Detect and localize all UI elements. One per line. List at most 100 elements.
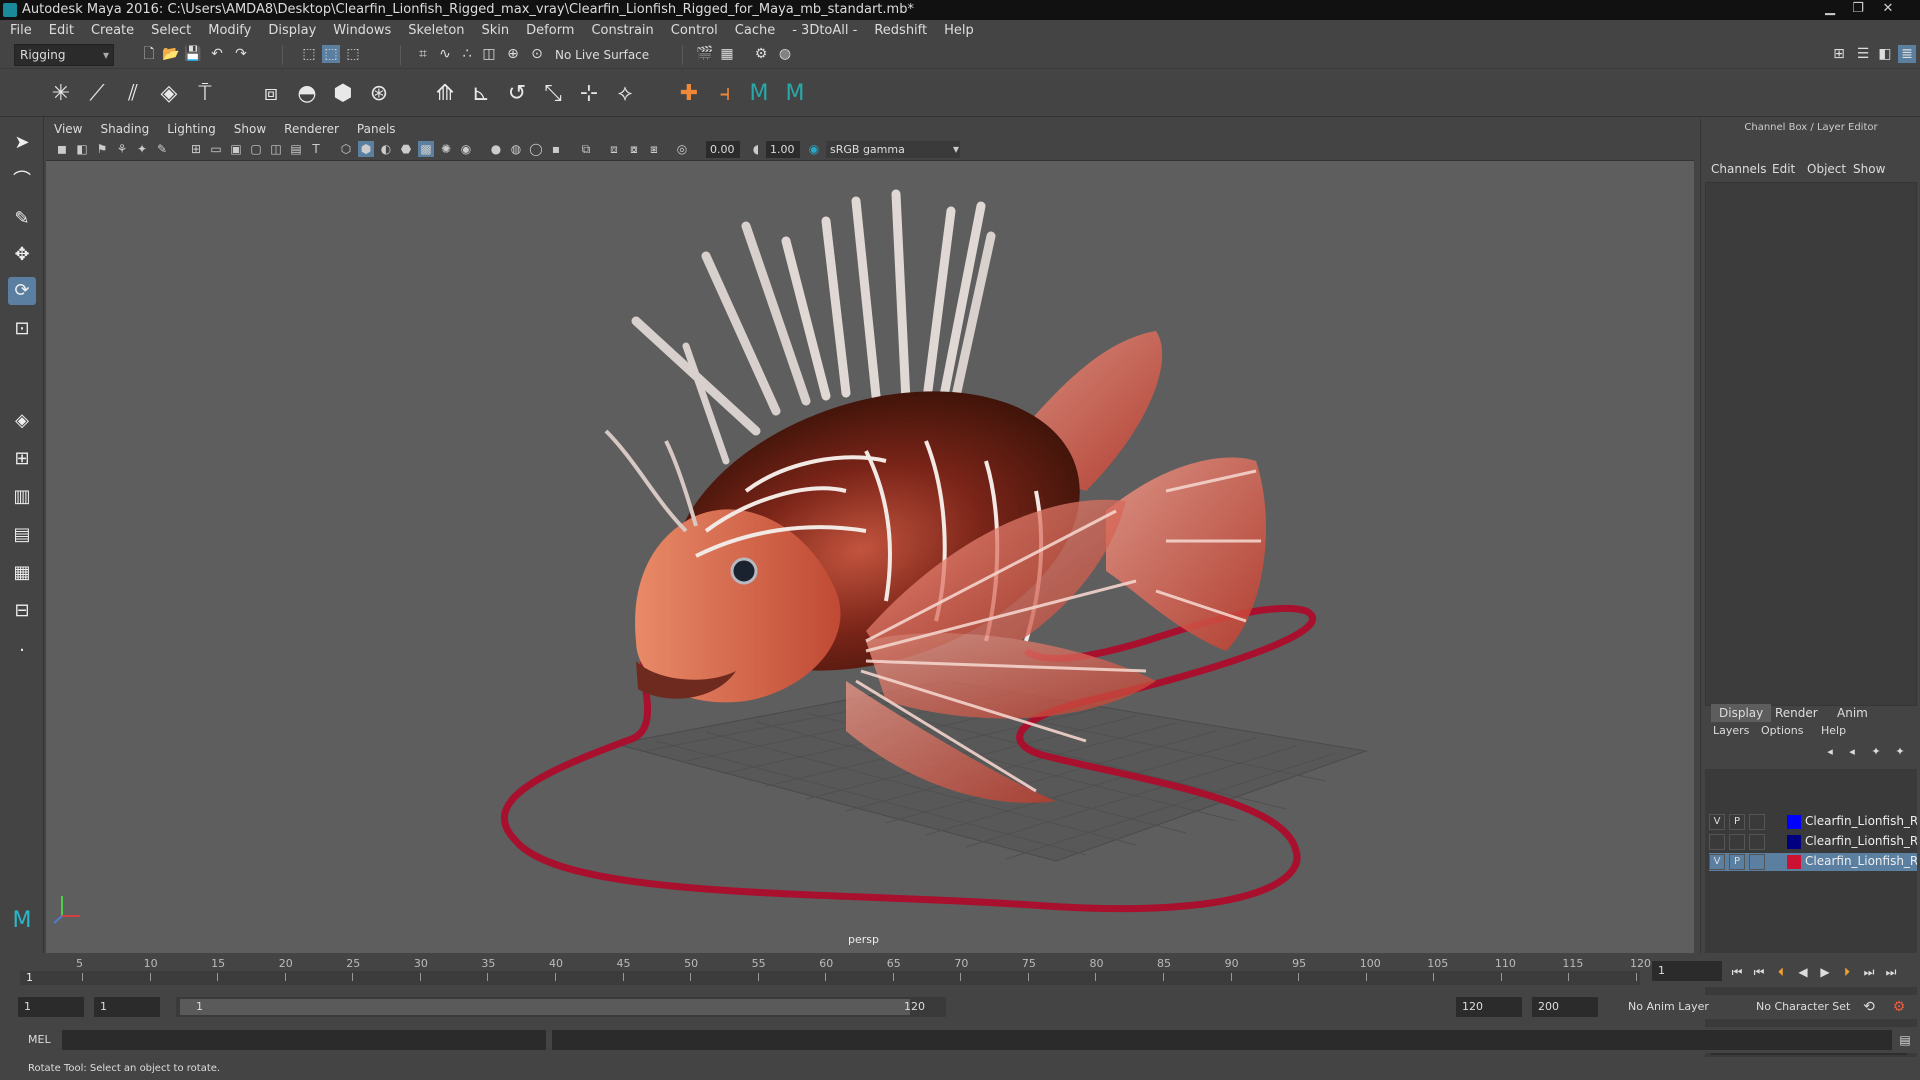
wireframe-on-shaded-icon[interactable]: ⬣ xyxy=(398,141,414,157)
go-to-start-icon[interactable]: ⏮ xyxy=(1728,963,1746,981)
pivot-icon[interactable]: ⫞ xyxy=(712,81,738,107)
auto-key-icon[interactable]: ⟲ xyxy=(1860,998,1878,1016)
maximize-icon[interactable]: ❐ xyxy=(1846,1,1870,17)
menu-deform[interactable]: Deform xyxy=(526,23,574,38)
menu-windows[interactable]: Windows xyxy=(333,23,391,38)
snap-view-plane-icon[interactable]: ◫ xyxy=(480,45,498,63)
layers-menu[interactable]: Layers xyxy=(1713,724,1749,737)
channel-box-toggle-icon[interactable]: ≣ xyxy=(1898,45,1916,63)
close-icon[interactable]: ✕ xyxy=(1876,1,1900,17)
layer-row[interactable]: V P Clearfin_Lionfish_Rigg xyxy=(1709,853,1917,871)
bind-skin-icon[interactable]: ⧈ xyxy=(258,81,284,107)
layer-display-type-toggle[interactable] xyxy=(1749,814,1765,830)
save-scene-icon[interactable]: 💾 xyxy=(184,45,202,63)
minimize-icon[interactable]: ▁ xyxy=(1818,1,1842,17)
layer-color-swatch[interactable] xyxy=(1787,855,1801,869)
exposure-icon[interactable]: ◎ xyxy=(674,141,690,157)
layer-tab-render[interactable]: Render xyxy=(1775,706,1818,720)
viewport-menu-lighting[interactable]: Lighting xyxy=(167,122,216,136)
viewport-panel[interactable]: View Shading Lighting Show Renderer Pane… xyxy=(46,119,1694,953)
playback-start-field[interactable]: 1 xyxy=(94,997,160,1017)
depth-of-field-icon[interactable]: ▪ xyxy=(548,141,564,157)
current-frame-field[interactable]: 1 xyxy=(1652,961,1722,981)
menu-set-dropdown[interactable]: Rigging xyxy=(14,44,114,66)
menu-3dtoall[interactable]: - 3DtoAll - xyxy=(792,23,857,38)
lasso-tool-icon[interactable]: ⌒ xyxy=(8,167,36,195)
hypershade-icon[interactable]: ◍ xyxy=(776,45,794,63)
xray-icon[interactable]: ⧈ xyxy=(606,141,622,157)
play-forwards-icon[interactable]: ▶ xyxy=(1816,963,1834,981)
insert-joint-icon[interactable]: ◈ xyxy=(156,81,182,107)
menu-create[interactable]: Create xyxy=(91,23,134,38)
snap-live-icon[interactable]: ⊕ xyxy=(504,45,522,63)
field-chart-icon[interactable]: ◫ xyxy=(268,141,284,157)
object-menu[interactable]: Object xyxy=(1807,162,1846,176)
gate-mask-icon[interactable]: ▢ xyxy=(248,141,264,157)
default-material-icon[interactable]: ◐ xyxy=(378,141,394,157)
make-live-icon[interactable]: ⊙ xyxy=(528,45,546,63)
resolution-gate-icon[interactable]: ▣ xyxy=(228,141,244,157)
xray-joints-icon[interactable]: ⧇ xyxy=(626,141,642,157)
viewport-menu-view[interactable]: View xyxy=(54,122,82,136)
create-joint-icon[interactable]: ✳ xyxy=(48,81,74,107)
play-backwards-icon[interactable]: ◀ xyxy=(1794,963,1812,981)
end-time-field[interactable]: 200 xyxy=(1532,997,1598,1017)
menu-constrain[interactable]: Constrain xyxy=(591,23,653,38)
menu-file[interactable]: File xyxy=(10,23,32,38)
image-plane-icon[interactable]: ⚘ xyxy=(114,141,130,157)
pole-vector-icon[interactable]: ⟡ xyxy=(612,81,638,107)
bookmark-icon[interactable]: ⚑ xyxy=(94,141,110,157)
layer-visibility-toggle[interactable]: V xyxy=(1709,814,1725,830)
cluster-icon[interactable]: ⊛ xyxy=(366,81,392,107)
tool-settings-icon[interactable]: ◧ xyxy=(1876,45,1894,63)
select-by-component-icon[interactable]: ⬚ xyxy=(344,45,362,63)
step-back-frame-icon[interactable]: ⏴ xyxy=(1772,963,1790,981)
viewport-menu-shading[interactable]: Shading xyxy=(100,122,149,136)
wireframe-icon[interactable]: ⬡ xyxy=(338,141,354,157)
four-view-layout-icon[interactable]: ⊞ xyxy=(8,445,36,473)
layer-playback-toggle[interactable] xyxy=(1729,834,1745,850)
layer-tab-display[interactable]: Display xyxy=(1711,704,1772,722)
command-input[interactable] xyxy=(62,1030,546,1050)
layer-display-type-toggle[interactable] xyxy=(1749,854,1765,870)
move-layer-up-icon[interactable]: ◂ xyxy=(1821,743,1839,761)
time-slider-track[interactable] xyxy=(20,971,1640,985)
options-menu[interactable]: Options xyxy=(1761,724,1803,737)
step-forward-key-icon[interactable]: ⏭ xyxy=(1860,963,1878,981)
live-surface-label[interactable]: No Live Surface xyxy=(555,48,649,62)
ik-handle-icon[interactable]: ⟋ xyxy=(84,81,110,107)
render-current-icon[interactable]: 🎬 xyxy=(696,45,714,63)
go-to-end-icon[interactable]: ⏭ xyxy=(1882,963,1900,981)
paint-select-tool-icon[interactable]: ✎ xyxy=(8,205,36,233)
layer-playback-toggle[interactable]: P xyxy=(1729,854,1745,870)
custom-layout-icon[interactable]: · xyxy=(8,637,36,665)
orient-constraint-icon[interactable]: ↺ xyxy=(504,81,530,107)
hik-icon[interactable]: M xyxy=(746,81,772,107)
ik-spline-icon[interactable]: ⫽ xyxy=(120,81,146,107)
layer-name[interactable]: Clearfin_Lionfish_Rigg xyxy=(1805,854,1917,868)
layer-visibility-toggle[interactable]: V xyxy=(1709,854,1725,870)
grid-toggle-icon[interactable]: ⊞ xyxy=(188,141,204,157)
step-back-key-icon[interactable]: ⏮ xyxy=(1750,963,1768,981)
aim-constraint-icon[interactable]: ⊹ xyxy=(576,81,602,107)
snap-point-icon[interactable]: ∴ xyxy=(458,45,476,63)
command-language-label[interactable]: MEL xyxy=(28,1033,51,1046)
snap-curve-icon[interactable]: ∿ xyxy=(436,45,454,63)
viewport-scene[interactable] xyxy=(46,161,1694,953)
chevron-down-icon[interactable]: ▾ xyxy=(948,141,964,157)
two-d-pan-icon[interactable]: ✦ xyxy=(134,141,150,157)
gamma-icon[interactable]: ◖ xyxy=(748,141,764,157)
joint-orient-icon[interactable]: ⍑ xyxy=(192,81,218,107)
single-perspective-layout-icon[interactable]: ◈ xyxy=(8,407,36,435)
screen-space-ao-icon[interactable]: ● xyxy=(488,141,504,157)
hik-character-icon[interactable]: M xyxy=(782,81,808,107)
layer-name[interactable]: Clearfin_Lionfish_Rigg xyxy=(1805,814,1917,828)
use-all-lights-icon[interactable]: ✺ xyxy=(438,141,454,157)
layer-visibility-toggle[interactable] xyxy=(1709,834,1725,850)
persp-uv-layout-icon[interactable]: ⊟ xyxy=(8,597,36,625)
new-scene-icon[interactable]: 🗋 xyxy=(140,45,158,63)
attribute-editor-icon[interactable]: ☰ xyxy=(1854,45,1872,63)
menu-edit[interactable]: Edit xyxy=(49,23,74,38)
animation-preferences-icon[interactable]: ⚙ xyxy=(1890,998,1908,1016)
show-menu[interactable]: Show xyxy=(1853,162,1885,176)
